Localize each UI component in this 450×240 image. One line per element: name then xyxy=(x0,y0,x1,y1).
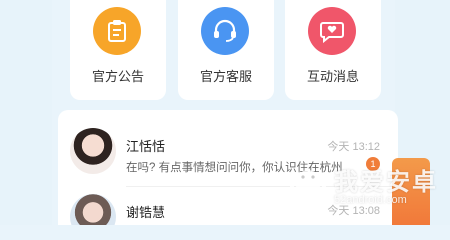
card-customer-service[interactable]: 官方客服 xyxy=(178,0,274,100)
headset-icon xyxy=(201,7,249,55)
watermark: 我爱安卓 52android.com xyxy=(288,156,450,216)
card-interaction-messages[interactable]: 互动消息 xyxy=(285,0,381,100)
left-margin xyxy=(0,0,52,225)
screen: 官方公告 官方客服 互动消息 江恬恬 在吗? 有点事情想问问你，你认识住在杭州 xyxy=(0,0,450,225)
android-logo-icon xyxy=(290,170,326,202)
card-announcement[interactable]: 官方公告 xyxy=(70,0,166,100)
watermark-text: 我爱安卓 xyxy=(334,169,438,196)
contact-name: 江恬恬 xyxy=(126,139,166,154)
avatar xyxy=(70,194,116,225)
contact-name: 谢锆慧 xyxy=(126,205,166,220)
watermark-url: 52android.com xyxy=(334,194,407,206)
card-label: 互动消息 xyxy=(306,69,359,84)
clipboard-icon xyxy=(93,7,141,55)
avatar xyxy=(70,128,116,174)
card-label: 官方公告 xyxy=(91,69,144,84)
chat-heart-icon xyxy=(308,7,356,55)
message-time: 今天 13:12 xyxy=(327,141,380,153)
card-label: 官方客服 xyxy=(199,69,252,84)
